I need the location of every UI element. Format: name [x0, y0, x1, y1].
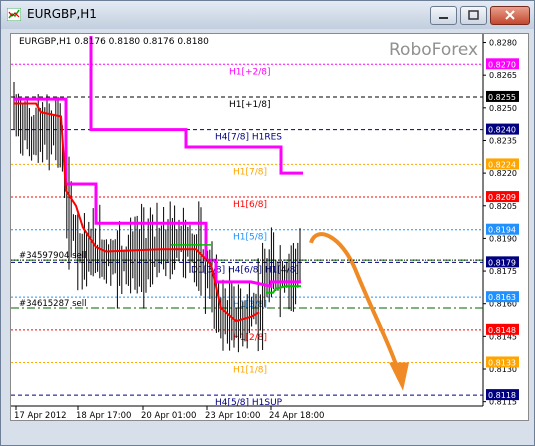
time-tick-label: 17 Apr 2012	[14, 411, 67, 420]
maximize-icon	[468, 10, 479, 20]
time-tick-label: 24 Apr 18:00	[269, 411, 324, 420]
forecast-arrow-path	[309, 232, 401, 374]
time-axis-bar	[1, 421, 534, 445]
price-level-value: 0.8179	[488, 258, 516, 267]
price-level-value: 0.8224	[488, 160, 516, 169]
time-tick-label: 20 Apr 01:00	[141, 411, 196, 420]
price-tick-label: 0.8220	[489, 169, 517, 178]
murrey-level-label: H1[6/8]	[233, 200, 267, 210]
close-icon	[505, 10, 515, 20]
chart-header: EURGBP,H1 0.8176 0.8180 0.8176 0.8180	[19, 37, 209, 47]
price-tick-label: 0.8175	[489, 267, 517, 276]
price-level-value: 0.8118	[488, 391, 516, 400]
price-level-value: 0.8270	[488, 60, 516, 69]
title-bar[interactable]: EURGBP,H1	[1, 1, 534, 29]
window-title: EURGBP,H1	[27, 7, 97, 21]
close-button[interactable]	[490, 6, 530, 25]
chart-icon	[7, 8, 21, 21]
price-level-value: 0.8255	[488, 93, 516, 102]
price-level-value: 0.8240	[488, 126, 516, 135]
sell-order-label: #34597904 sell	[19, 251, 86, 261]
price-level-value: 0.8209	[488, 193, 516, 202]
minimize-icon	[439, 17, 448, 19]
murrey-level-label: H1[1/8]	[233, 365, 267, 375]
maximize-button[interactable]	[460, 6, 487, 25]
time-tick-label: 23 Apr 10:00	[205, 411, 260, 420]
murrey-level-label: H1[+2/8]	[229, 67, 271, 77]
murrey-level-label: H1[5/8]	[233, 233, 267, 243]
price-tick-label: 0.8250	[489, 104, 517, 113]
price-tick-label: 0.8265	[489, 71, 517, 80]
price-tick-label: 0.8280	[489, 39, 517, 48]
murrey-level-label: H4[7/8] H1RES	[215, 133, 282, 143]
price-chart[interactable]: 0.8280 0.8265 0.8250 0.8235 0.8220 0.8205 0.81…	[11, 34, 528, 421]
chart-window: EURGBP,H1 0.8280 0.8265 0.8250 0.8235 0.8220…	[0, 0, 535, 446]
price-tick-label: 0.8205	[489, 202, 517, 211]
price-tick-label: 0.8235	[489, 136, 517, 145]
murrey-level-label: H4[5/8] H1SUP	[215, 398, 283, 408]
minimize-button[interactable]	[430, 6, 457, 25]
watermark: RoboForex	[389, 40, 479, 60]
price-level-value: 0.8194	[488, 226, 516, 235]
price-level-value: 0.8148	[488, 326, 516, 335]
price-level-value: 0.8133	[488, 358, 516, 367]
sell-order-label: #34615287 sell	[19, 299, 86, 309]
forecast-arrowhead	[389, 362, 409, 391]
murrey-level-label: H1[7/8]	[233, 167, 267, 177]
price-tick-label: 0.8190	[489, 234, 517, 243]
time-tick-label: 18 Apr 17:00	[76, 411, 131, 420]
murrey-level-label: H1[+1/8]	[229, 100, 271, 110]
magenta-band-upper	[89, 36, 303, 175]
chart-plot-area[interactable]: 0.8280 0.8265 0.8250 0.8235 0.8220 0.8205 0.81…	[10, 33, 529, 421]
price-level-value: 0.8163	[488, 293, 516, 302]
